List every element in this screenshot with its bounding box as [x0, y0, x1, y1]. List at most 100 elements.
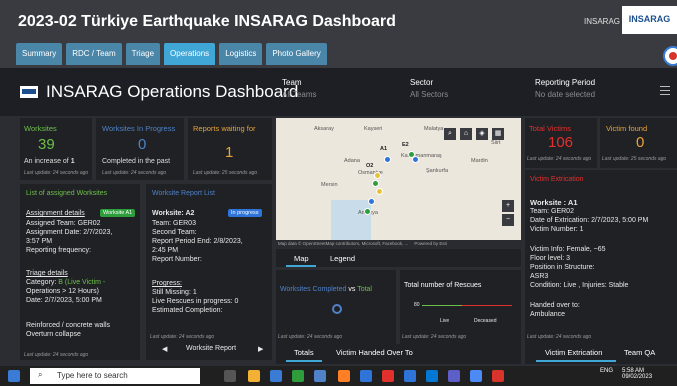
triage-category: Category: B (Live Victim - [26, 279, 106, 286]
layers-icon[interactable]: ◈ [476, 128, 488, 140]
chrome-icon[interactable] [470, 370, 482, 382]
map-marker[interactable] [372, 180, 379, 187]
assigned-line: Assigned Team: GER02 [26, 220, 101, 227]
assigned-line: Reporting frequency: [26, 247, 91, 254]
map-marker[interactable] [364, 208, 371, 215]
edge-icon[interactable] [360, 370, 372, 382]
outlook-icon[interactable] [426, 370, 438, 382]
report-line: Second Team: [152, 229, 197, 236]
assigned-line: Assignment Date: 2/7/2023, [26, 229, 113, 236]
next-report-icon[interactable]: ▶ [258, 345, 263, 353]
globe-icon[interactable] [663, 46, 677, 66]
in-progress-title: Worksites In Progress [102, 124, 176, 133]
extrication-title: Victim Extrication [530, 176, 584, 183]
report-line: Report Period End: 2/8/2023, [152, 238, 243, 245]
tab-handed-over[interactable]: Victim Handed Over To [336, 348, 413, 357]
report-line: 2:45 PM [152, 247, 179, 254]
marker-label: E2 [402, 142, 409, 148]
legend-deceased: Deceased [474, 318, 497, 324]
powerpoint-icon[interactable] [382, 370, 394, 382]
zoom-out-button[interactable]: − [502, 214, 514, 226]
org-label[interactable]: INSARAG [584, 17, 620, 26]
teams-icon[interactable] [448, 370, 460, 382]
home-icon[interactable]: ⌂ [460, 128, 472, 140]
tab-operations[interactable]: Operations [164, 43, 216, 65]
in-progress-updated: Last update: 24 seconds ago [102, 170, 167, 176]
acrobat-icon[interactable] [492, 370, 504, 382]
map-marker[interactable] [412, 156, 419, 163]
map-marker[interactable] [374, 172, 381, 179]
tab-summary[interactable]: Summary [16, 43, 63, 65]
tab-legend[interactable]: Legend [330, 254, 355, 263]
victim-found-title: Victim found [606, 124, 648, 133]
period-filter[interactable]: Reporting Period No date selected [535, 78, 595, 99]
tab-triage[interactable]: Triage [125, 43, 161, 65]
app-title: 2023-02 Türkiye Earthquake INSARAG Dashb… [18, 13, 396, 30]
zoom-in-button[interactable]: + [502, 200, 514, 212]
report-list-title: Worksite Report List [152, 190, 215, 197]
completed-updated: Last update: 24 seconds ago [278, 334, 343, 340]
worksites-updated: Last update: 24 seconds ago [24, 170, 89, 176]
team-filter-value: All Teams [282, 90, 317, 99]
tab-map[interactable]: Map [294, 254, 309, 263]
map-tab-underline [286, 265, 316, 267]
map-marker[interactable] [384, 156, 391, 163]
tab-logistics[interactable]: Logistics [219, 43, 263, 65]
progress-label: Progress: [152, 280, 182, 287]
tab-victim-extrication[interactable]: Victim Extrication [545, 348, 602, 357]
tab-rdc-team[interactable]: RDC / Team [66, 43, 122, 65]
live-bar [422, 305, 462, 306]
map-marker[interactable] [368, 198, 375, 205]
period-filter-label: Reporting Period [535, 78, 596, 87]
assignment-details-label: Assignment details [26, 210, 85, 217]
extrication-line: ASR3 [530, 273, 549, 280]
total-victims-title: Total Victims [529, 124, 571, 133]
place-label: Mersin [321, 182, 338, 188]
structure-line: Overturn collapse [26, 331, 81, 338]
tab-totals[interactable]: Totals [294, 348, 314, 357]
tab-team-qa[interactable]: Team QA [624, 348, 655, 357]
firefox-icon[interactable] [338, 370, 350, 382]
task-view-icon[interactable] [224, 370, 236, 382]
file-explorer-icon[interactable] [248, 370, 260, 382]
sector-filter[interactable]: Sector All Sectors [410, 78, 448, 99]
prev-report-icon[interactable]: ◀ [162, 345, 167, 353]
totals-underline [286, 360, 322, 362]
period-filter-value: No date selected [535, 90, 596, 99]
insarag-logo: INSARAG [622, 6, 677, 34]
structure-line: Reinforced / concrete walls [26, 322, 111, 329]
windows-start-icon[interactable] [8, 370, 20, 382]
team-filter[interactable]: Team All Teams [282, 78, 317, 99]
dashboard-title: INSARAG Operations Dashboard [46, 82, 299, 101]
place-label: Malatya [424, 126, 444, 132]
tab-photo-gallery[interactable]: Photo Gallery [266, 43, 327, 65]
deceased-bar [462, 305, 512, 306]
progress-line: Live Rescues in progress: 0 [152, 298, 239, 305]
mail-icon[interactable] [270, 370, 282, 382]
map-attribution: Map data © OpenStreetMap contributors, M… [276, 240, 521, 248]
extrication-line: Floor level: 3 [530, 255, 571, 262]
worksites-increase: An increase of 1 [24, 158, 75, 165]
language-indicator[interactable]: ENG [600, 368, 613, 374]
app-icon[interactable] [314, 370, 326, 382]
clock[interactable]: 5:58 AM 09/02/2023 [622, 368, 652, 380]
basemap-icon[interactable]: ▦ [492, 128, 504, 140]
progress-line: Still Missing: 1 [152, 289, 197, 296]
nav-tabs: Summary RDC / Team Triage Operations Log… [16, 43, 331, 65]
worksite-map[interactable]: Aksaray Kayseri Malatya Kahramanmaraş Os… [276, 118, 521, 248]
taskbar-search-text: Type here to search [57, 371, 128, 380]
triage-date: Date: 2/7/2023, 5:00 PM [26, 297, 102, 304]
excel-icon[interactable] [292, 370, 304, 382]
assigned-line: 3:57 PM [26, 238, 53, 245]
word-icon[interactable] [404, 370, 416, 382]
sector-filter-label: Sector [410, 78, 434, 87]
completed-gauge-icon [332, 304, 342, 314]
completed-title: Worksites Completed vs Total [280, 286, 372, 293]
rescues-value: 80 [414, 302, 420, 308]
search-icon[interactable]: ⌕ [444, 128, 456, 140]
map-marker[interactable] [376, 188, 383, 195]
report-footer: Worksite Report [186, 345, 237, 352]
extrication-line: Ambulance [530, 311, 566, 318]
menu-icon[interactable] [660, 86, 670, 96]
extrication-updated: Last update: 24 seconds ago [527, 334, 592, 340]
